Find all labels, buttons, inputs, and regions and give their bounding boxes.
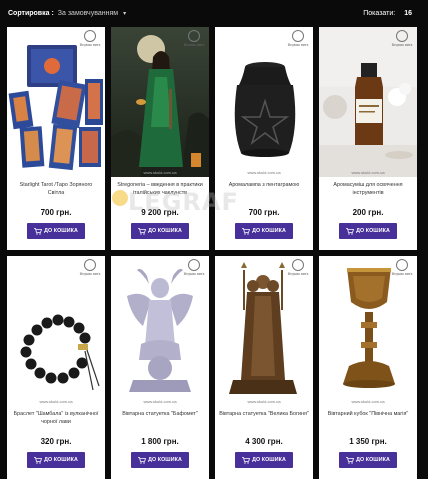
add-to-cart-label: ДО КОШИКА	[356, 457, 390, 463]
product-card[interactable]: Ведьма вить www.skuld.com.ua Вівтарний к…	[319, 256, 417, 479]
image-url-watermark: www.skuld.com.ua	[351, 170, 385, 175]
brand-watermark: Ведьма вить	[391, 259, 413, 277]
add-to-cart-label: ДО КОШИКА	[44, 228, 78, 234]
add-to-cart-label: ДО КОШИКА	[148, 457, 182, 463]
add-to-cart-button[interactable]: ДО КОШИКА	[339, 223, 397, 239]
product-title[interactable]: Аромасуміш для освячення інструментів	[323, 181, 413, 201]
sort-label: Сортировка :	[8, 9, 54, 17]
show-label: Показати:	[363, 9, 396, 17]
cart-icon	[34, 227, 43, 235]
product-title[interactable]: Вівтарна статуетка "Велика Богиня"	[219, 410, 309, 430]
cart-icon	[138, 227, 147, 235]
toolbar: Сортировка : За замовчуванням ▾ Показати…	[0, 0, 428, 26]
image-url-watermark: www.skuld.com.ua	[247, 399, 281, 404]
telegraf-logo-icon	[112, 190, 128, 206]
product-image[interactable]: Ведьма вить	[7, 27, 105, 177]
add-to-cart-label: ДО КОШИКА	[252, 228, 286, 234]
cart-icon	[34, 456, 43, 464]
cart-icon	[346, 456, 355, 464]
product-price: 9 200 грн.	[141, 208, 179, 217]
brand-watermark: Ведьма вить	[287, 30, 309, 48]
image-url-watermark: www.skuld.com.ua	[351, 399, 385, 404]
product-price: 700 грн.	[40, 208, 72, 217]
sort-control[interactable]: Сортировка : За замовчуванням ▾	[8, 10, 126, 17]
product-card[interactable]: Ведьма вить www.skuld.com.ua Вівтарна ст…	[111, 256, 209, 479]
add-to-cart-button[interactable]: ДО КОШИКА	[235, 452, 293, 468]
product-card[interactable]: Ведьма вить www.skuld.com.ua Аромалампа …	[215, 27, 313, 250]
brand-watermark: Ведьма вить	[79, 259, 101, 277]
product-title[interactable]: Аромалампа з пентаграмою	[219, 181, 309, 201]
brand-watermark: Ведьма вить	[391, 30, 413, 48]
image-url-watermark: www.skuld.com.ua	[143, 170, 177, 175]
product-card[interactable]: Ведьма вить www.skuld.com.ua Stregoneria…	[111, 27, 209, 250]
add-to-cart-button[interactable]: ДО КОШИКА	[27, 452, 85, 468]
product-grid: Ведьма вить Starlight Tarot /Таро Зоряно…	[7, 27, 417, 479]
add-to-cart-label: ДО КОШИКА	[252, 457, 286, 463]
image-url-watermark: www.skuld.com.ua	[247, 170, 281, 175]
brand-watermark: Ведьма вить	[183, 259, 205, 277]
product-image[interactable]: Ведьма вить www.skuld.com.ua	[319, 256, 417, 406]
cart-icon	[138, 456, 147, 464]
product-image[interactable]: Ведьма вить www.skuld.com.ua	[111, 256, 209, 406]
product-image[interactable]: Ведьма вить www.skuld.com.ua	[215, 27, 313, 177]
product-card[interactable]: Ведьма вить www.skuld.com.ua Аромасуміш …	[319, 27, 417, 250]
show-count-control[interactable]: Показати: 16	[363, 10, 412, 17]
add-to-cart-button[interactable]: ДО КОШИКА	[27, 223, 85, 239]
product-price: 320 грн.	[40, 437, 72, 446]
cart-icon	[242, 456, 251, 464]
product-card[interactable]: Ведьма вить www.skuld.com.ua Вівтарна ст…	[215, 256, 313, 479]
sort-dropdown[interactable]: За замовчуванням	[58, 10, 118, 17]
product-image[interactable]: Ведьма вить www.skuld.com.ua	[215, 256, 313, 406]
product-image[interactable]: Ведьма вить www.skuld.com.ua	[7, 256, 105, 406]
add-to-cart-label: ДО КОШИКА	[148, 228, 182, 234]
product-title[interactable]: Браслет "Шамбала" із вулканічної чорної …	[11, 410, 101, 430]
product-price: 700 грн.	[248, 208, 280, 217]
image-url-watermark: www.skuld.com.ua	[39, 399, 73, 404]
product-title[interactable]: Starlight Tarot /Таро Зоряного Світла	[11, 181, 101, 201]
product-image[interactable]: Ведьма вить www.skuld.com.ua	[319, 27, 417, 177]
brand-watermark: Ведьма вить	[79, 30, 101, 48]
add-to-cart-button[interactable]: ДО КОШИКА	[339, 452, 397, 468]
add-to-cart-button[interactable]: ДО КОШИКА	[131, 452, 189, 468]
product-price: 1 350 грн.	[349, 437, 387, 446]
cart-icon	[346, 227, 355, 235]
product-card[interactable]: Ведьма вить Starlight Tarot /Таро Зоряно…	[7, 27, 105, 250]
brand-watermark: Ведьма вить	[287, 259, 309, 277]
product-title[interactable]: Вівтарний кубок "Північна магія"	[323, 410, 413, 430]
chevron-down-icon[interactable]: ▾	[123, 10, 126, 17]
product-price: 4 300 грн.	[245, 437, 283, 446]
product-image[interactable]: Ведьма вить www.skuld.com.ua	[111, 27, 209, 177]
add-to-cart-button[interactable]: ДО КОШИКА	[235, 223, 293, 239]
product-title[interactable]: Вівтарна статуетка "Бафомет"	[115, 410, 205, 430]
add-to-cart-button[interactable]: ДО КОШИКА	[131, 223, 189, 239]
cart-icon	[242, 227, 251, 235]
add-to-cart-label: ДО КОШИКА	[356, 228, 390, 234]
product-card[interactable]: Ведьма вить www.skuld.com.ua Браслет "Ша…	[7, 256, 105, 479]
image-url-watermark: www.skuld.com.ua	[143, 399, 177, 404]
show-count-select[interactable]: 16	[404, 10, 412, 17]
brand-watermark: Ведьма вить	[183, 30, 205, 48]
product-price: 1 800 грн.	[141, 437, 179, 446]
add-to-cart-label: ДО КОШИКА	[44, 457, 78, 463]
product-title[interactable]: Stregoneria – введення в практики італій…	[115, 181, 205, 201]
product-price: 200 грн.	[352, 208, 384, 217]
